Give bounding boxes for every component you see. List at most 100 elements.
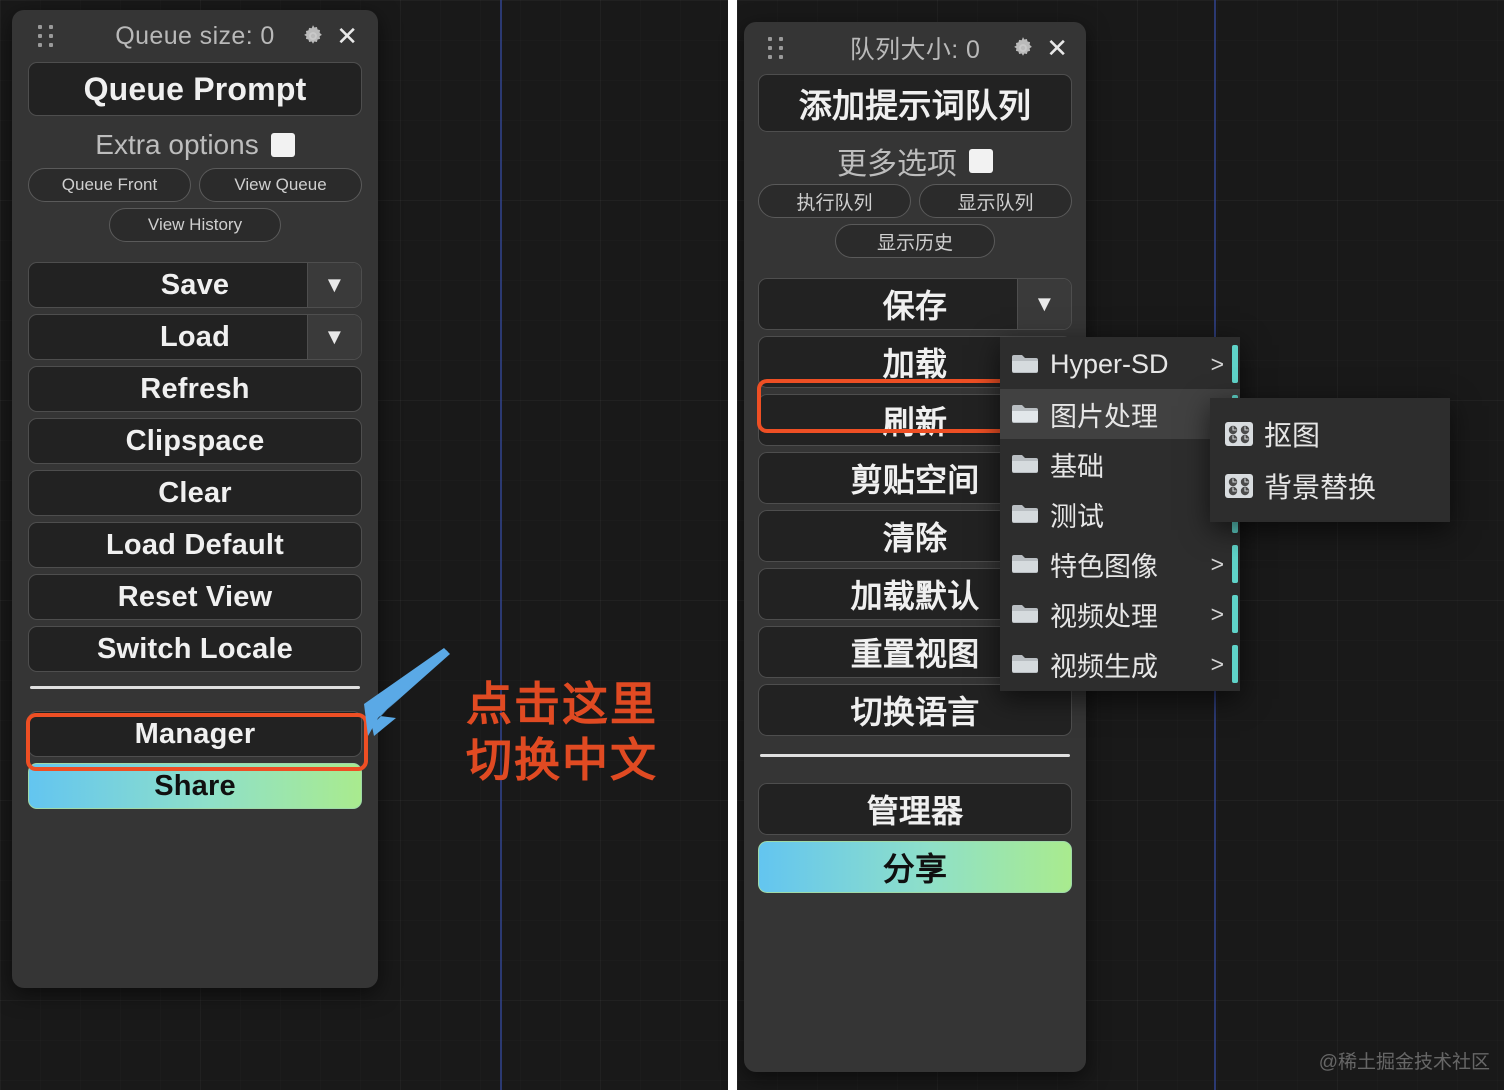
load-default-button[interactable]: Load Default — [28, 522, 362, 568]
folder-icon — [1010, 402, 1040, 426]
queue-front-button[interactable]: Queue Front — [28, 168, 191, 202]
menu-item-label: 特色图像 — [1050, 551, 1158, 582]
queue-mini-row-2: 显示历史 — [758, 224, 1072, 258]
image-processing-submenu: 抠图 背景替换 — [1210, 398, 1450, 522]
folder-icon — [1010, 502, 1040, 526]
extra-options-label: 更多选项 — [837, 148, 957, 181]
drag-handle-icon[interactable] — [38, 25, 54, 47]
drag-handle-icon[interactable] — [768, 37, 784, 59]
view-history-button[interactable]: 显示历史 — [835, 224, 995, 258]
share-button[interactable]: 分享 — [758, 841, 1072, 893]
arrow-pointer-icon — [344, 648, 464, 753]
save-label: 保存 — [882, 288, 948, 324]
menu-item-label: 图片处理 — [1050, 401, 1158, 432]
view-queue-button[interactable]: 显示队列 — [919, 184, 1072, 218]
menu-item-video-generation[interactable]: 视频生成 > — [1000, 639, 1240, 689]
menu-item-featured-images[interactable]: 特色图像 > — [1000, 539, 1240, 589]
menu-item-test[interactable]: 测试 > — [1000, 489, 1240, 539]
queue-prompt-button[interactable]: 添加提示词队列 — [758, 74, 1072, 132]
chevron-down-icon[interactable]: ▼ — [1017, 279, 1071, 329]
menu-item-basic[interactable]: 基础 > — [1000, 439, 1240, 489]
view-queue-button[interactable]: View Queue — [199, 168, 362, 202]
switch-locale-button[interactable]: Switch Locale — [28, 626, 362, 672]
canvas-guide-line — [500, 0, 502, 1090]
panel-divider — [30, 686, 360, 689]
submenu-item-label: 抠图 — [1264, 420, 1321, 451]
reset-view-button[interactable]: Reset View — [28, 574, 362, 620]
panel-divider — [760, 754, 1070, 757]
menu-item-hyper-sd[interactable]: Hyper-SD > — [1000, 339, 1240, 389]
extra-options-label: Extra options — [95, 129, 259, 160]
clipspace-button[interactable]: Clipspace — [28, 418, 362, 464]
chevron-right-icon: > — [1210, 600, 1224, 627]
clear-button[interactable]: Clear — [28, 470, 362, 516]
annotation-line-1: 点击这里 — [466, 678, 658, 730]
folder-icon — [1010, 552, 1040, 576]
queue-mini-row-1: Queue Front View Queue — [28, 168, 362, 202]
chevron-right-icon: > — [1210, 650, 1224, 677]
queue-prompt-label: 添加提示词队列 — [798, 87, 1032, 124]
submenu-item-cutout[interactable]: 抠图 — [1210, 408, 1450, 460]
dice-icon — [1224, 472, 1254, 500]
menu-item-color-bar — [1232, 645, 1238, 683]
screenshot-split-divider — [728, 0, 737, 1090]
queue-prompt-label: Queue Prompt — [83, 70, 307, 107]
menu-item-video-processing[interactable]: 视频处理 > — [1000, 589, 1240, 639]
folder-icon — [1010, 602, 1040, 626]
close-icon[interactable]: ✕ — [1046, 35, 1068, 61]
gear-icon[interactable] — [1010, 35, 1036, 61]
menu-item-color-bar — [1232, 595, 1238, 633]
queue-mini-row-1: 执行队列 显示队列 — [758, 184, 1072, 218]
chevron-right-icon: > — [1210, 550, 1224, 577]
dice-icon — [1224, 420, 1254, 448]
load-dropdown-menu: Hyper-SD > 图片处理 > 基础 > — [1000, 337, 1240, 691]
menu-item-image-processing[interactable]: 图片处理 > — [1000, 389, 1240, 439]
folder-icon — [1010, 352, 1040, 376]
extra-options-row[interactable]: 更多选项 — [758, 138, 1072, 184]
view-history-button[interactable]: View History — [109, 208, 281, 242]
save-label: Save — [160, 268, 230, 301]
load-button[interactable]: Load ▼ — [28, 314, 362, 360]
chevron-down-icon[interactable]: ▼ — [307, 315, 361, 359]
annotation-text: 点击这里 切换中文 — [466, 676, 658, 788]
queue-prompt-button[interactable]: Queue Prompt — [28, 62, 362, 116]
close-icon[interactable]: ✕ — [336, 23, 358, 49]
load-label: 加载 — [882, 346, 948, 382]
switch-locale-button[interactable]: 切换语言 — [758, 684, 1072, 736]
save-button[interactable]: Save ▼ — [28, 262, 362, 308]
comfyui-menu-panel-english: Queue size: 0 ✕ Queue Prompt Extra optio… — [12, 10, 378, 988]
menu-item-label: 视频处理 — [1050, 601, 1158, 632]
menu-item-label: 测试 — [1050, 501, 1104, 532]
extra-options-row[interactable]: Extra options — [28, 122, 362, 168]
screenshot-stage: Queue size: 0 ✕ Queue Prompt Extra optio… — [0, 0, 1504, 1090]
menu-item-color-bar — [1232, 545, 1238, 583]
manager-button[interactable]: 管理器 — [758, 783, 1072, 835]
queue-front-button[interactable]: 执行队列 — [758, 184, 911, 218]
gear-icon[interactable] — [300, 23, 326, 49]
chevron-down-icon[interactable]: ▼ — [307, 263, 361, 307]
extra-options-checkbox[interactable] — [270, 133, 295, 157]
submenu-item-background-replace[interactable]: 背景替换 — [1210, 460, 1450, 512]
annotation-line-2: 切换中文 — [466, 734, 658, 787]
refresh-button[interactable]: Refresh — [28, 366, 362, 412]
manager-button[interactable]: Manager — [28, 711, 362, 757]
load-label: Load — [159, 320, 231, 353]
queue-size-label: Queue size: 0 — [115, 21, 275, 50]
extra-options-checkbox[interactable] — [969, 149, 993, 173]
panel-header: Queue size: 0 ✕ — [28, 10, 362, 62]
folder-icon — [1010, 452, 1040, 476]
submenu-item-label: 背景替换 — [1264, 472, 1377, 503]
menu-item-label: 基础 — [1050, 451, 1104, 482]
menu-item-label: 视频生成 — [1050, 651, 1158, 682]
folder-icon — [1010, 652, 1040, 676]
panel-header: 队列大小: 0 ✕ — [758, 22, 1072, 74]
menu-item-color-bar — [1232, 345, 1238, 383]
queue-size-label: 队列大小: 0 — [849, 36, 981, 64]
share-button[interactable]: Share — [28, 763, 362, 809]
watermark: @稀土掘金技术社区 — [1318, 1052, 1490, 1073]
menu-item-label: Hyper-SD — [1050, 348, 1169, 379]
chevron-right-icon: > — [1210, 350, 1224, 377]
save-button[interactable]: 保存 ▼ — [758, 278, 1072, 330]
